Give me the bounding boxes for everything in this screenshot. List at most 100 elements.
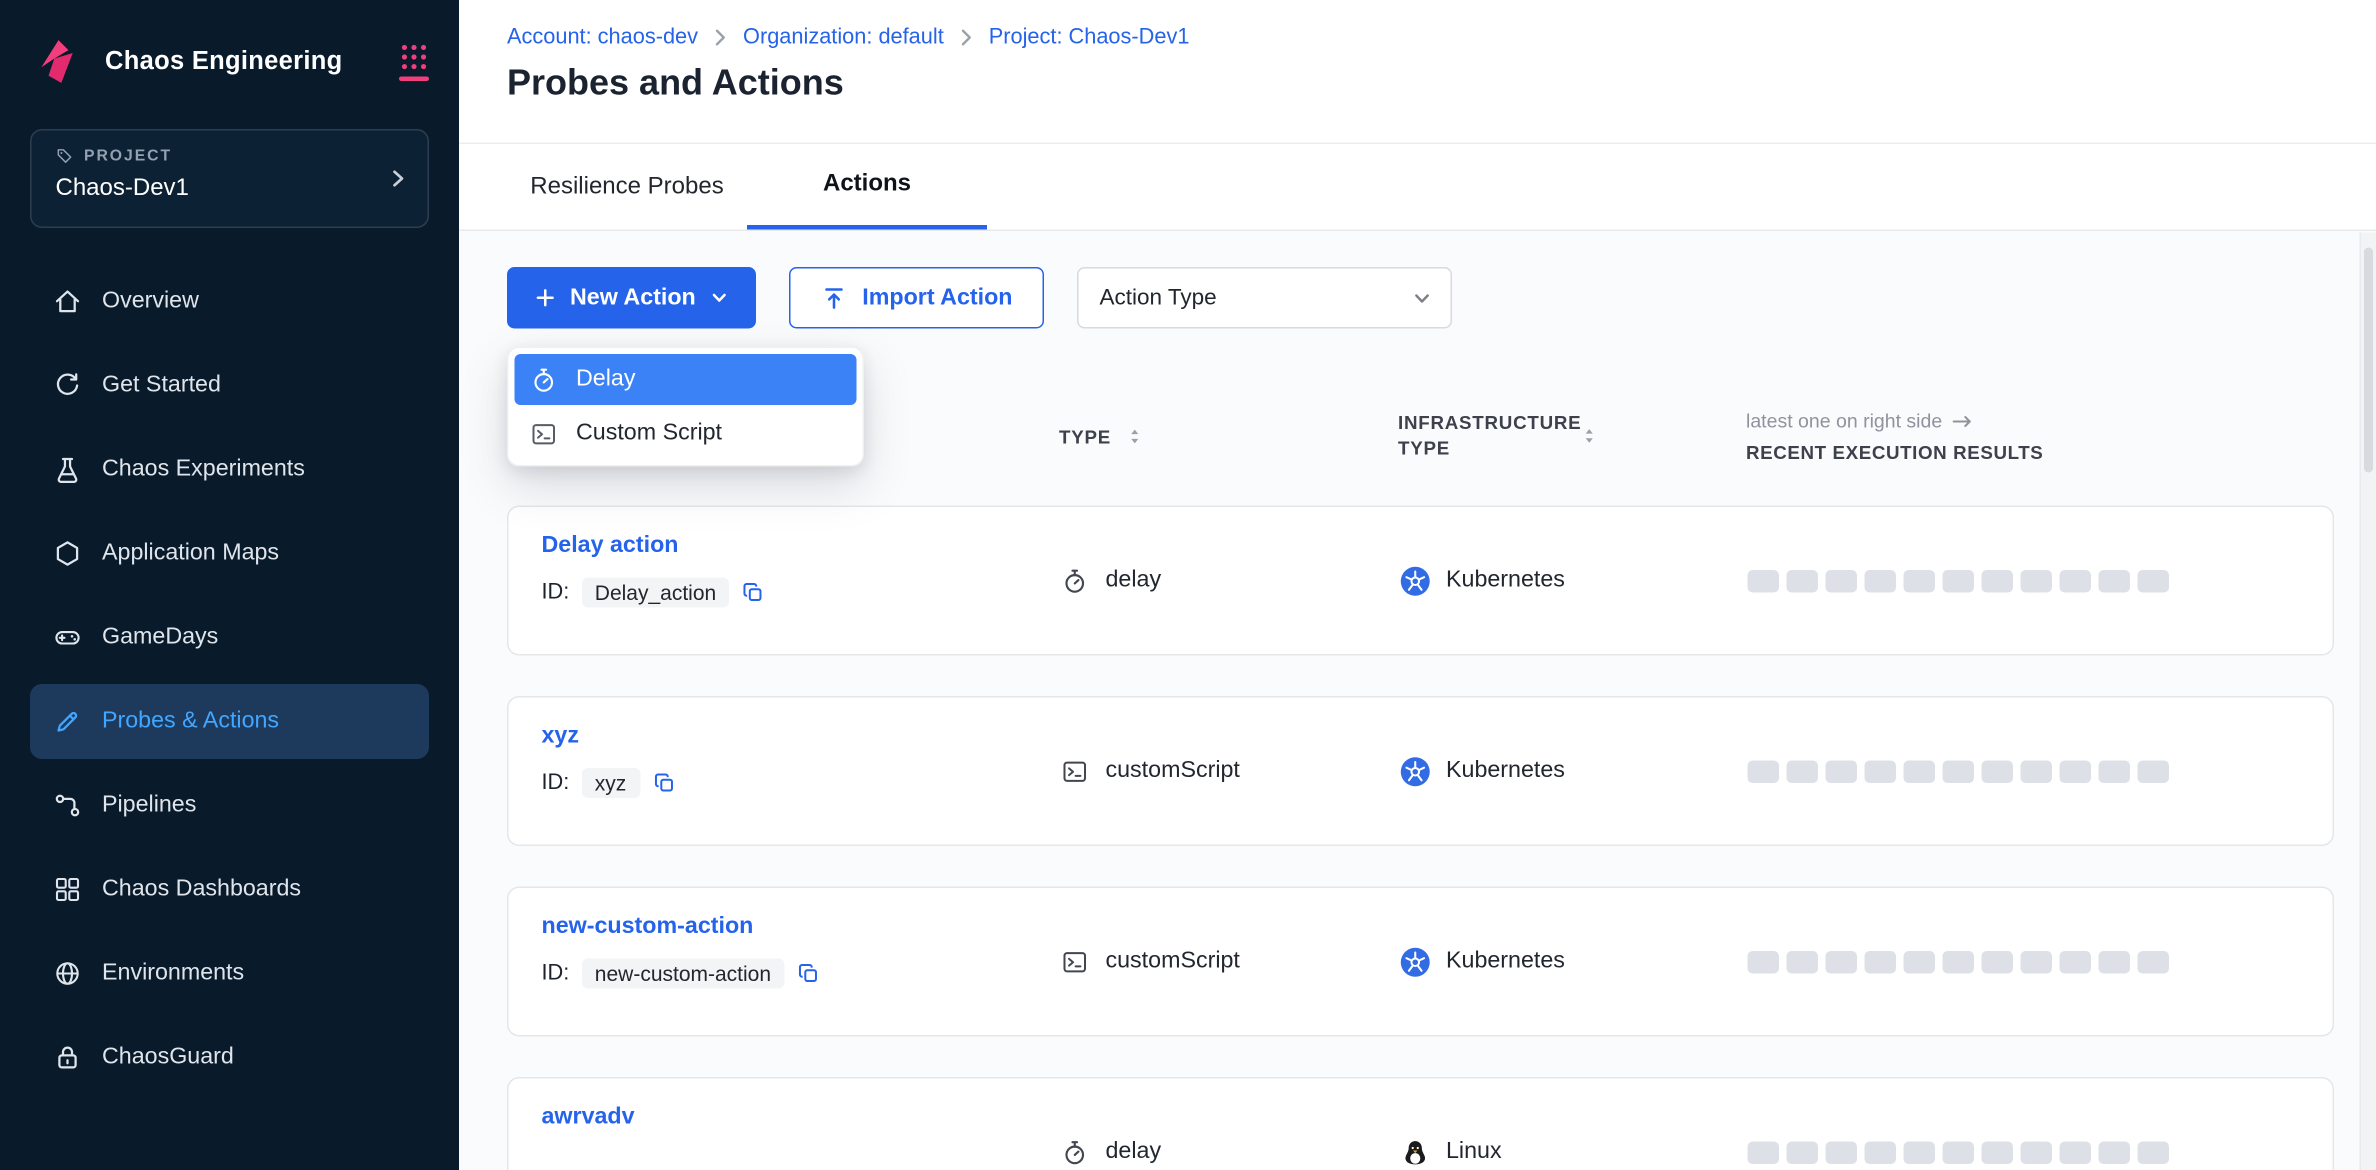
sidebar: Chaos Engineering PROJECT Chaos-Dev1 bbox=[0, 0, 459, 1170]
action-name-link[interactable]: xyz bbox=[542, 723, 580, 749]
infrastructure-cell: Kubernetes bbox=[1400, 507, 1565, 654]
breadcrumb-organization-link[interactable]: Organization: default bbox=[743, 26, 944, 50]
stopwatch-icon bbox=[1061, 566, 1090, 595]
action-name-link[interactable]: new-custom-action bbox=[542, 914, 754, 940]
type-cell: delay bbox=[1061, 507, 1162, 654]
scrollbar[interactable] bbox=[2360, 233, 2376, 1170]
home-icon bbox=[53, 287, 83, 317]
new-action-button[interactable]: New Action bbox=[507, 267, 756, 329]
execution-result-placeholder bbox=[1943, 760, 1975, 783]
probe-pencil-icon bbox=[53, 707, 83, 737]
project-label: PROJECT bbox=[84, 147, 172, 165]
sort-icon[interactable] bbox=[1126, 425, 1143, 448]
tab-bar: Resilience Probes Actions bbox=[459, 144, 2376, 231]
execution-result-placeholder bbox=[1748, 569, 1780, 592]
execution-result-placeholder bbox=[1748, 950, 1780, 973]
execution-result-placeholder bbox=[1982, 1141, 2014, 1164]
app-title: Chaos Engineering bbox=[105, 47, 381, 77]
sidebar-item-environments[interactable]: Environments bbox=[30, 936, 429, 1011]
table-row-xyz[interactable]: xyz ID: xyz customScript Kubernetes bbox=[507, 696, 2334, 846]
column-header-infrastructure[interactable]: INFRASTRUCTURE TYPE bbox=[1398, 411, 1598, 462]
execution-result-placeholder bbox=[1787, 569, 1819, 592]
execution-result-placeholder bbox=[1865, 1141, 1897, 1164]
sidebar-item-application-maps[interactable]: Application Maps bbox=[30, 516, 429, 591]
tag-icon bbox=[56, 147, 74, 165]
new-action-menu: Delay Custom Script bbox=[507, 347, 864, 467]
action-id-row: ID: Delay_action bbox=[542, 578, 766, 608]
table-row-new-custom-action[interactable]: new-custom-action ID: new-custom-action … bbox=[507, 887, 2334, 1037]
flask-icon bbox=[53, 455, 83, 485]
execution-result-placeholder bbox=[1865, 760, 1897, 783]
execution-result-placeholder bbox=[1865, 569, 1897, 592]
chevron-right-icon bbox=[386, 167, 410, 191]
sort-icon[interactable] bbox=[1581, 425, 1598, 448]
plus-icon bbox=[534, 287, 557, 310]
column-header-results: latest one on right side RECENT EXECUTIO… bbox=[1746, 410, 2043, 464]
copy-icon[interactable] bbox=[652, 771, 676, 795]
action-id-row: ID: new-custom-action bbox=[542, 959, 821, 989]
sidebar-item-overview[interactable]: Overview bbox=[30, 264, 429, 339]
copy-icon[interactable] bbox=[742, 581, 766, 605]
breadcrumb-account-link[interactable]: Account: chaos-dev bbox=[507, 26, 698, 50]
chevron-down-icon bbox=[1412, 287, 1433, 308]
kubernetes-icon bbox=[1400, 946, 1432, 978]
execution-result-placeholder bbox=[2099, 760, 2131, 783]
table-row-awrvadv[interactable]: awrvadv ID: delay Linux bbox=[507, 1077, 2334, 1170]
page-title: Probes and Actions bbox=[507, 63, 2376, 105]
infrastructure-cell: Linux bbox=[1400, 1079, 1502, 1170]
execution-result-placeholder bbox=[1904, 569, 1936, 592]
recent-execution-results bbox=[1748, 507, 2170, 654]
infrastructure-cell: Kubernetes bbox=[1400, 888, 1565, 1035]
execution-result-placeholder bbox=[1826, 569, 1858, 592]
execution-result-placeholder bbox=[2138, 950, 2170, 973]
tab-resilience-probes[interactable]: Resilience Probes bbox=[507, 144, 747, 230]
page-header: Account: chaos-dev Organization: default… bbox=[459, 0, 2376, 144]
action-id-chip: Delay_action bbox=[581, 578, 729, 608]
results-note: latest one on right side bbox=[1746, 410, 2043, 433]
execution-result-placeholder bbox=[2099, 950, 2131, 973]
execution-result-placeholder bbox=[1787, 760, 1819, 783]
column-header-type[interactable]: TYPE bbox=[1059, 425, 1142, 448]
sidebar-nav: Overview Get Started Chaos Experiments A… bbox=[0, 264, 459, 1095]
type-cell: customScript bbox=[1061, 698, 1240, 845]
tab-actions[interactable]: Actions bbox=[747, 144, 987, 230]
environments-icon bbox=[53, 959, 83, 989]
table-row-delay-action[interactable]: Delay action ID: Delay_action delay K bbox=[507, 506, 2334, 656]
execution-result-placeholder bbox=[2099, 1141, 2131, 1164]
menu-item-custom-script[interactable]: Custom Script bbox=[515, 408, 857, 459]
action-id-chip: xyz bbox=[581, 768, 640, 798]
action-id-chip: new-custom-action bbox=[581, 959, 784, 989]
sidebar-item-get-started[interactable]: Get Started bbox=[30, 348, 429, 423]
action-name-link[interactable]: awrvadv bbox=[542, 1104, 635, 1130]
sidebar-item-pipelines[interactable]: Pipelines bbox=[30, 768, 429, 843]
execution-result-placeholder bbox=[1826, 1141, 1858, 1164]
import-action-button[interactable]: Import Action bbox=[789, 267, 1044, 329]
execution-result-placeholder bbox=[2138, 1141, 2170, 1164]
breadcrumb-project-link[interactable]: Project: Chaos-Dev1 bbox=[989, 26, 1190, 50]
dashboard-grid-icon bbox=[53, 875, 83, 905]
sidebar-item-probes-actions[interactable]: Probes & Actions bbox=[30, 684, 429, 759]
module-switcher-icon[interactable] bbox=[399, 42, 429, 81]
sidebar-item-chaosguard[interactable]: ChaosGuard bbox=[30, 1020, 429, 1095]
sidebar-item-chaos-experiments[interactable]: Chaos Experiments bbox=[30, 432, 429, 507]
action-name-link[interactable]: Delay action bbox=[542, 533, 679, 559]
stopwatch-icon bbox=[1061, 1138, 1090, 1167]
execution-result-placeholder bbox=[1982, 760, 2014, 783]
copy-icon[interactable] bbox=[797, 962, 821, 986]
sidebar-item-chaos-dashboards[interactable]: Chaos Dashboards bbox=[30, 852, 429, 927]
execution-result-placeholder bbox=[1787, 950, 1819, 973]
script-icon bbox=[530, 419, 559, 448]
chevron-down-icon bbox=[709, 288, 729, 308]
sidebar-item-gamedays[interactable]: GameDays bbox=[30, 600, 429, 675]
arrow-right-icon bbox=[1951, 413, 1974, 428]
execution-result-placeholder bbox=[2021, 760, 2053, 783]
hexagon-icon bbox=[53, 539, 83, 569]
type-cell: delay bbox=[1061, 1079, 1162, 1170]
breadcrumb: Account: chaos-dev Organization: default… bbox=[507, 26, 2376, 50]
execution-result-placeholder bbox=[1748, 1141, 1780, 1164]
action-type-select[interactable]: Action Type bbox=[1077, 267, 1452, 329]
scrollbar-thumb[interactable] bbox=[2364, 248, 2373, 473]
project-selector[interactable]: PROJECT Chaos-Dev1 bbox=[30, 129, 429, 228]
execution-result-placeholder bbox=[2060, 950, 2092, 973]
menu-item-delay[interactable]: Delay bbox=[515, 354, 857, 405]
